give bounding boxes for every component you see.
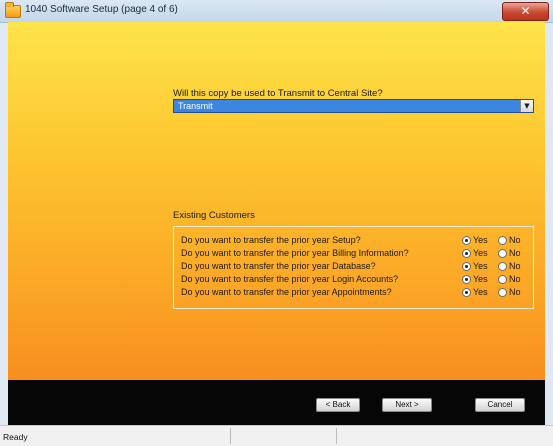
no-label[interactable]: No xyxy=(509,287,521,297)
question-row-setup: Do you want to transfer the prior year S… xyxy=(174,235,533,247)
status-divider xyxy=(230,428,231,444)
question-row-login-accounts: Do you want to transfer the prior year L… xyxy=(174,274,533,286)
existing-customers-heading: Existing Customers xyxy=(173,210,255,221)
transmit-select[interactable]: Transmit ▼ xyxy=(173,99,534,113)
chevron-down-icon[interactable]: ▼ xyxy=(520,100,533,112)
title-bar[interactable]: 1040 Software Setup (page 4 of 6) ✕ xyxy=(0,0,553,23)
transmit-question-label: Will this copy be used to Transmit to Ce… xyxy=(173,88,383,99)
billing-yes-radio[interactable] xyxy=(462,249,471,258)
wizard-button-bar: < Back Next > Cancel xyxy=(8,380,545,425)
status-text: Ready xyxy=(3,432,28,442)
status-bar: Ready xyxy=(0,425,553,446)
window-title: 1040 Software Setup (page 4 of 6) xyxy=(25,4,178,15)
appointments-no-radio[interactable] xyxy=(498,288,507,297)
setup-no-radio[interactable] xyxy=(498,236,507,245)
no-label[interactable]: No xyxy=(509,248,521,258)
question-row-billing: Do you want to transfer the prior year B… xyxy=(174,248,533,260)
next-button[interactable]: Next > xyxy=(382,398,432,412)
yes-label[interactable]: Yes xyxy=(473,274,488,284)
wizard-panel: Will this copy be used to Transmit to Ce… xyxy=(8,22,545,380)
database-yes-radio[interactable] xyxy=(462,262,471,271)
back-button[interactable]: < Back xyxy=(316,398,360,412)
no-label[interactable]: No xyxy=(509,274,521,284)
no-label[interactable]: No xyxy=(509,235,521,245)
yes-label[interactable]: Yes xyxy=(473,248,488,258)
yes-label[interactable]: Yes xyxy=(473,287,488,297)
yes-label[interactable]: Yes xyxy=(473,261,488,271)
billing-no-radio[interactable] xyxy=(498,249,507,258)
login-accounts-yes-radio[interactable] xyxy=(462,275,471,284)
no-label[interactable]: No xyxy=(509,261,521,271)
question-text: Do you want to transfer the prior year B… xyxy=(181,248,409,258)
cancel-button[interactable]: Cancel xyxy=(475,398,525,412)
appointments-yes-radio[interactable] xyxy=(462,288,471,297)
question-text: Do you want to transfer the prior year L… xyxy=(181,274,399,284)
setup-yes-radio[interactable] xyxy=(462,236,471,245)
login-accounts-no-radio[interactable] xyxy=(498,275,507,284)
question-text: Do you want to transfer the prior year A… xyxy=(181,287,392,297)
question-row-appointments: Do you want to transfer the prior year A… xyxy=(174,287,533,299)
database-no-radio[interactable] xyxy=(498,262,507,271)
yes-label[interactable]: Yes xyxy=(473,235,488,245)
transmit-select-value: Transmit xyxy=(178,101,213,111)
folder-icon xyxy=(5,2,21,18)
status-divider xyxy=(336,428,337,444)
question-text: Do you want to transfer the prior year S… xyxy=(181,235,361,245)
close-button[interactable]: ✕ xyxy=(502,2,549,21)
existing-customers-group: Do you want to transfer the prior year S… xyxy=(173,226,534,309)
question-row-database: Do you want to transfer the prior year D… xyxy=(174,261,533,273)
question-text: Do you want to transfer the prior year D… xyxy=(181,261,376,271)
